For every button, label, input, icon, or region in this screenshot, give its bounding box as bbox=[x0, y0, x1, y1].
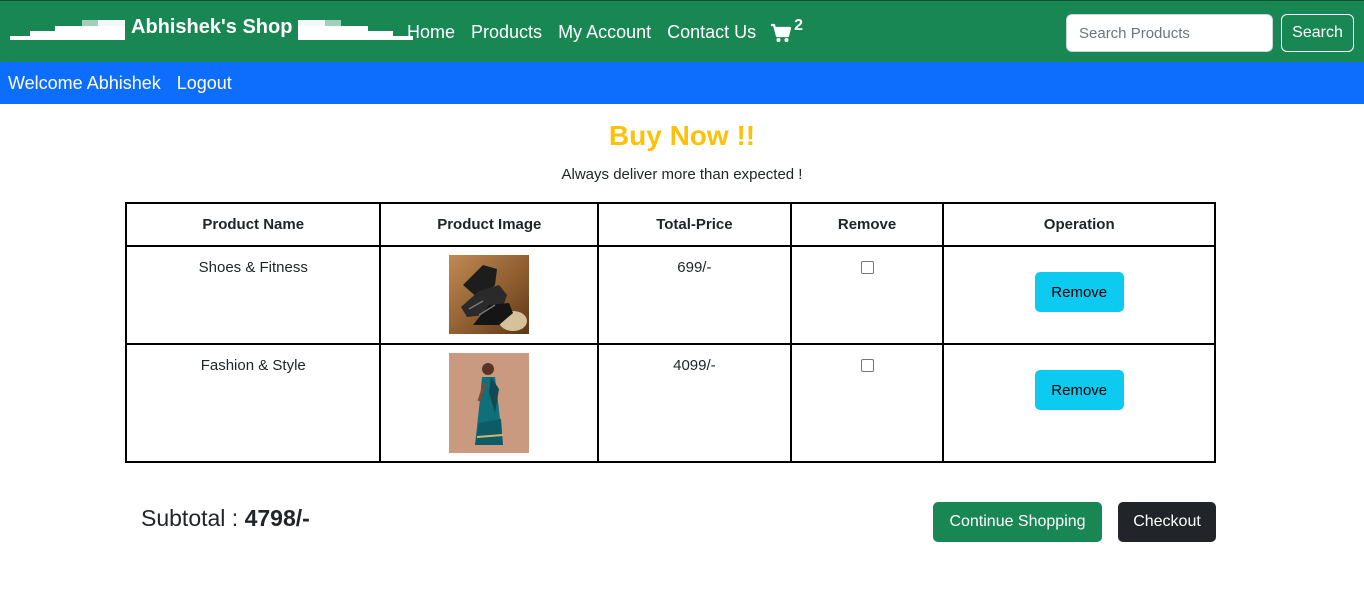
operation-cell: Remove bbox=[942, 245, 1216, 345]
brand-right-decoration bbox=[298, 20, 414, 40]
brand[interactable]: Abhishek's Shop bbox=[10, 15, 414, 47]
user-bar: Welcome Abhishek Logout bbox=[0, 62, 1364, 104]
product-price: 4099/- bbox=[597, 343, 792, 463]
brand-left-decoration bbox=[10, 20, 125, 40]
remove-button[interactable]: Remove bbox=[1034, 272, 1124, 312]
remove-checkbox-cell bbox=[789, 245, 945, 345]
top-navbar: Abhishek's Shop Home Products My Account… bbox=[0, 0, 1364, 62]
subtotal-label: Subtotal : bbox=[141, 505, 245, 531]
product-image-cell bbox=[379, 245, 600, 345]
remove-checkbox[interactable] bbox=[860, 359, 874, 372]
nav-contact-us[interactable]: Contact Us bbox=[667, 22, 756, 43]
cart-count-badge: 2 bbox=[794, 17, 804, 34]
product-image-cell bbox=[379, 343, 600, 463]
table-header-row: Product Name Product Image Total-Price R… bbox=[124, 202, 1216, 247]
header-product-image: Product Image bbox=[379, 202, 600, 247]
product-name: Shoes & Fitness bbox=[124, 245, 382, 345]
product-name: Fashion & Style bbox=[124, 343, 382, 463]
product-price: 699/- bbox=[597, 245, 792, 345]
remove-checkbox-cell bbox=[789, 343, 945, 463]
saree-image bbox=[449, 353, 530, 453]
welcome-text: Welcome Abhishek bbox=[8, 72, 161, 93]
subtotal-value: 4798/- bbox=[244, 505, 310, 531]
cart-icon bbox=[771, 23, 792, 42]
subtotal: Subtotal : 4798/- bbox=[141, 505, 310, 532]
checkout-button[interactable]: Checkout bbox=[1118, 502, 1216, 542]
continue-shopping-button[interactable]: Continue Shopping bbox=[933, 502, 1102, 542]
remove-button[interactable]: Remove bbox=[1034, 370, 1124, 410]
operation-cell: Remove bbox=[942, 343, 1216, 463]
search-button[interactable]: Search bbox=[1281, 14, 1354, 52]
page-tagline: Always deliver more than expected ! bbox=[561, 166, 803, 183]
header-product-name: Product Name bbox=[124, 202, 382, 247]
search-input[interactable] bbox=[1066, 14, 1273, 52]
header-operation: Operation bbox=[942, 202, 1216, 247]
cart-link[interactable]: 2 bbox=[770, 17, 803, 43]
remove-checkbox[interactable] bbox=[860, 261, 874, 274]
logout-link[interactable]: Logout bbox=[177, 73, 232, 94]
header-total-price: Total-Price bbox=[597, 202, 792, 247]
nav-products[interactable]: Products bbox=[471, 22, 542, 43]
nav-home[interactable]: Home bbox=[407, 22, 455, 43]
page-title: Buy Now !! bbox=[608, 120, 756, 151]
cart-table: Product Name Product Image Total-Price R… bbox=[124, 202, 1216, 463]
brand-name: Abhishek's Shop bbox=[131, 15, 293, 38]
table-row: Fashion & Style 4099/- Remove bbox=[124, 343, 1216, 463]
shoes-image bbox=[449, 255, 530, 334]
nav-my-account[interactable]: My Account bbox=[558, 22, 651, 43]
table-row: Shoes & Fitness 699/- Remove bbox=[124, 245, 1216, 345]
main-nav: Home Products My Account Contact Us 2 bbox=[407, 17, 803, 43]
header-remove: Remove bbox=[789, 202, 945, 247]
